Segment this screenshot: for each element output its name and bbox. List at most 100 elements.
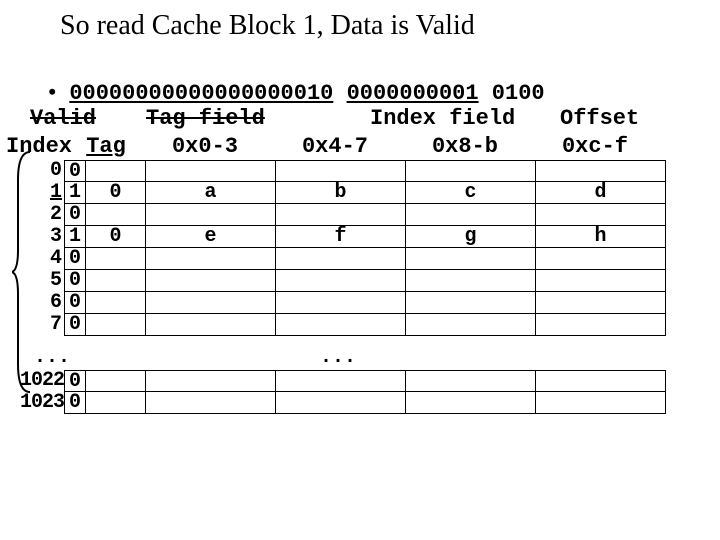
tag-cell: 0	[86, 226, 146, 248]
valid-cell: 0	[64, 370, 86, 392]
idx-cell: 1022	[6, 370, 64, 392]
idx-cell: 5	[26, 270, 64, 292]
ellipsis-mid: ...	[320, 346, 356, 369]
tag-cell	[86, 160, 146, 182]
idx-cell: 2	[26, 204, 64, 226]
tag-field-label: Tag field	[146, 106, 265, 131]
hdr-tag: Tag	[72, 134, 140, 159]
data-cell	[276, 370, 406, 392]
tag-cell	[86, 248, 146, 270]
hdr-col1: 0x4-7	[270, 134, 400, 159]
valid-cell: 0	[64, 270, 86, 292]
table-row: 10220	[6, 370, 666, 392]
data-cell	[536, 370, 666, 392]
address-bits-row: • 00000000000000000010 0000000001 0100	[0, 54, 720, 106]
table-row: 60	[26, 292, 666, 314]
valid-cell: 0	[64, 160, 86, 182]
index-field-label: Index field	[370, 106, 515, 131]
offset-bits: 0100	[492, 81, 545, 106]
tag-cell	[86, 392, 146, 414]
data-cell: h	[536, 226, 666, 248]
idx-cell: 1	[26, 182, 64, 204]
data-cell	[276, 314, 406, 336]
data-cell	[536, 248, 666, 270]
idx-cell: 3	[26, 226, 64, 248]
idx-cell: 6	[26, 292, 64, 314]
cache-header-row: IndexTag0x0-30x4-70x8-b0xc-f	[6, 134, 660, 159]
data-cell	[146, 314, 276, 336]
hdr-col2: 0x8-b	[400, 134, 530, 159]
data-cell	[406, 314, 536, 336]
tag-cell	[86, 370, 146, 392]
data-cell	[536, 204, 666, 226]
data-cell	[146, 204, 276, 226]
data-cell	[146, 392, 276, 414]
table-row: 70	[26, 314, 666, 336]
valid-cell: 0	[64, 204, 86, 226]
data-cell	[146, 160, 276, 182]
table-row: 10230	[6, 392, 666, 414]
data-cell: b	[276, 182, 406, 204]
data-cell	[406, 160, 536, 182]
valid-cell: 1	[64, 226, 86, 248]
index-bits: 0000000001	[347, 81, 479, 106]
tag-cell	[86, 292, 146, 314]
valid-label: Valid	[30, 106, 96, 131]
table-row: 40	[26, 248, 666, 270]
data-cell	[536, 292, 666, 314]
valid-cell: 1	[64, 182, 86, 204]
slide-title: So read Cache Block 1, Data is Valid	[0, 0, 720, 42]
tag-cell	[86, 314, 146, 336]
idx-cell: 0	[26, 160, 64, 182]
data-cell: e	[146, 226, 276, 248]
data-cell	[406, 270, 536, 292]
tag-bits: 00000000000000000010	[69, 81, 333, 106]
table-row: 110abcd	[26, 182, 666, 204]
valid-cell: 0	[64, 314, 86, 336]
data-cell	[536, 392, 666, 414]
idx-cell: 7	[26, 314, 64, 336]
valid-cell: 0	[64, 392, 86, 414]
table-row: 00	[26, 160, 666, 182]
data-cell: a	[146, 182, 276, 204]
data-cell	[276, 392, 406, 414]
idx-cell: 4	[26, 248, 64, 270]
data-cell	[276, 248, 406, 270]
data-cell	[146, 370, 276, 392]
tag-cell: 0	[86, 182, 146, 204]
valid-cell: 0	[64, 248, 86, 270]
data-cell	[276, 292, 406, 314]
data-cell: g	[406, 226, 536, 248]
tag-cell	[86, 204, 146, 226]
table-row: 310efgh	[26, 226, 666, 248]
tag-cell	[86, 270, 146, 292]
data-cell: d	[536, 182, 666, 204]
data-cell: f	[276, 226, 406, 248]
data-cell	[406, 392, 536, 414]
ellipsis-left: ...	[34, 346, 70, 369]
data-cell	[146, 270, 276, 292]
data-cell	[146, 248, 276, 270]
data-cell	[406, 248, 536, 270]
data-cell	[406, 204, 536, 226]
data-cell	[406, 370, 536, 392]
offset-field-label: Offset	[560, 106, 639, 131]
data-cell	[276, 160, 406, 182]
data-cell	[276, 204, 406, 226]
hdr-col3: 0xc-f	[530, 134, 660, 159]
field-labels-row: Tag field Index field Offset	[0, 106, 720, 136]
bullet: •	[48, 79, 56, 104]
data-cell	[536, 314, 666, 336]
table-row: 20	[26, 204, 666, 226]
valid-cell: 0	[64, 292, 86, 314]
data-cell	[146, 292, 276, 314]
table-row: 50	[26, 270, 666, 292]
data-cell	[536, 160, 666, 182]
idx-cell: 1023	[6, 392, 64, 414]
hdr-col0: 0x0-3	[140, 134, 270, 159]
data-cell: c	[406, 182, 536, 204]
data-cell	[406, 292, 536, 314]
data-cell	[276, 270, 406, 292]
cache-table: 00 110abcd 20 310efgh 40 50 60 70 10220 …	[26, 160, 666, 414]
data-cell	[536, 270, 666, 292]
